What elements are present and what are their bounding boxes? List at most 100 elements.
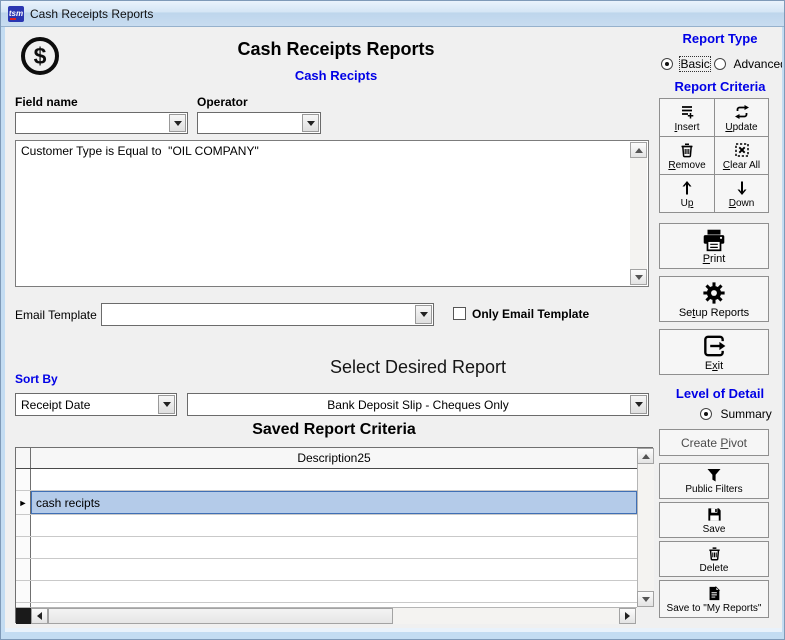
title-bar[interactable]: tsm Cash Receipts Reports — [1, 1, 785, 27]
up-arrow-icon — [678, 179, 696, 197]
row-value — [31, 537, 637, 558]
report-dropdown-arrow-icon[interactable] — [630, 395, 647, 414]
public-filters-button[interactable]: Public Filters — [659, 463, 769, 499]
operator-select[interactable] — [197, 112, 321, 134]
up-label: Up — [681, 198, 694, 209]
remove-button[interactable]: Remove — [659, 136, 715, 175]
page-subtitle: Cash Recipts — [1, 68, 671, 83]
basic-radio-circle[interactable] — [661, 58, 673, 70]
table-body: ► cash recipts — [16, 469, 637, 607]
table-row[interactable] — [16, 469, 637, 491]
field-name-value — [21, 113, 165, 133]
criteria-textarea[interactable]: Customer Type is Equal to "OIL COMPANY" — [15, 140, 649, 287]
update-loop-icon — [733, 103, 751, 121]
email-dropdown-arrow-icon[interactable] — [415, 305, 432, 324]
only-email-template-checkbox[interactable] — [453, 307, 466, 320]
delete-trash-icon — [706, 545, 723, 562]
table-scroll-left-button[interactable] — [31, 608, 48, 624]
field-name-select[interactable] — [15, 112, 188, 134]
update-label: Update — [725, 122, 757, 133]
scrollbar-corner-block — [16, 608, 31, 624]
print-button[interactable]: Print — [659, 223, 769, 269]
create-pivot-label: Create Pivot — [681, 436, 747, 450]
scroll-down-button[interactable] — [630, 269, 647, 285]
desired-report-select[interactable]: Bank Deposit Slip - Cheques Only — [187, 393, 649, 416]
clear-all-icon — [733, 141, 751, 159]
exit-icon — [701, 333, 727, 359]
report-type-basic-radio[interactable]: Basic — [661, 55, 710, 73]
insert-button[interactable]: Insert — [659, 98, 715, 137]
delete-label: Delete — [700, 563, 729, 574]
funnel-icon — [705, 468, 723, 483]
table-row[interactable] — [16, 515, 637, 537]
only-email-template-label: Only Email Template — [472, 307, 589, 321]
setup-reports-label: Setup Reports — [679, 307, 749, 319]
down-label: Down — [729, 198, 755, 209]
row-selector — [16, 469, 31, 490]
down-button[interactable]: Down — [714, 174, 769, 213]
summary-radio[interactable]: Summary — [700, 405, 772, 423]
sort-by-select[interactable]: Receipt Date — [15, 393, 177, 416]
trash-icon — [678, 141, 696, 159]
level-of-detail-heading: Level of Detail — [657, 386, 783, 401]
advanced-radio-circle[interactable] — [714, 58, 726, 70]
setup-reports-button[interactable]: Setup Reports — [659, 276, 769, 322]
current-row-marker-icon: ► — [19, 498, 28, 508]
table-scroll-up-button[interactable] — [637, 448, 654, 464]
advanced-radio-label: Advanced — [733, 57, 785, 71]
delete-button[interactable]: Delete — [659, 541, 769, 577]
save-button[interactable]: Save — [659, 502, 769, 538]
scroll-up-button[interactable] — [630, 142, 647, 158]
column-header-description25[interactable]: Description25 — [31, 448, 637, 468]
operator-dropdown-arrow-icon[interactable] — [302, 114, 319, 132]
row-selector: ► — [16, 491, 31, 514]
table-row[interactable] — [16, 559, 637, 581]
table-scroll-right-button[interactable] — [619, 608, 636, 624]
update-button[interactable]: Update — [714, 98, 769, 137]
table-header-row: Description25 — [16, 448, 637, 469]
row-value: cash recipts — [31, 491, 637, 514]
row-selector — [16, 537, 31, 558]
exit-button[interactable]: Exit — [659, 329, 769, 375]
table-row[interactable] — [16, 537, 637, 559]
desired-report-value: Bank Deposit Slip - Cheques Only — [210, 394, 626, 415]
table-row[interactable] — [16, 581, 637, 603]
saved-reports-table: Description25 ► cash recipts — [15, 447, 653, 623]
table-scroll-down-button[interactable] — [637, 591, 654, 607]
email-template-select[interactable] — [101, 303, 434, 326]
row-selector — [16, 581, 31, 602]
row-selector — [16, 515, 31, 536]
table-vertical-scrollbar[interactable] — [637, 448, 654, 607]
report-criteria-heading: Report Criteria — [657, 79, 783, 94]
clear-all-button[interactable]: Clear All — [714, 136, 769, 175]
frame-left — [1, 27, 5, 640]
create-pivot-button[interactable]: Create Pivot — [659, 429, 769, 456]
basic-radio-label: Basic — [680, 57, 709, 71]
app-window: tsm Cash Receipts Reports $ Cash Receipt… — [0, 0, 785, 640]
save-to-my-reports-button[interactable]: Save to "My Reports" — [659, 580, 769, 618]
save-label: Save — [703, 524, 726, 535]
summary-radio-circle[interactable] — [700, 408, 712, 420]
frame-bottom-inner — [5, 628, 782, 632]
field-name-label: Field name — [15, 95, 78, 109]
print-label: Print — [703, 253, 726, 265]
sort-by-value: Receipt Date — [21, 394, 154, 415]
up-button[interactable]: Up — [659, 174, 715, 213]
email-template-label: Email Template — [15, 308, 97, 322]
field-name-dropdown-arrow-icon[interactable] — [169, 114, 186, 132]
table-horizontal-scrollbar[interactable] — [16, 607, 637, 624]
criteria-scrollbar[interactable] — [630, 142, 647, 285]
criteria-line: Customer Type is Equal to "OIL COMPANY" — [21, 144, 624, 158]
page-title: Cash Receipts Reports — [1, 39, 671, 60]
horizontal-scroll-thumb[interactable] — [48, 608, 393, 624]
sort-dropdown-arrow-icon[interactable] — [158, 395, 175, 414]
row-selector-header — [16, 448, 31, 468]
operator-value — [203, 113, 298, 133]
scrollbar-corner — [637, 607, 654, 624]
gear-icon — [701, 280, 727, 306]
saved-report-criteria-heading: Saved Report Criteria — [1, 421, 667, 439]
report-type-advanced-radio[interactable]: Advanced — [714, 55, 785, 73]
email-template-value — [107, 304, 411, 325]
table-row-selected[interactable]: ► cash recipts — [16, 491, 637, 515]
report-type-heading: Report Type — [657, 31, 783, 46]
